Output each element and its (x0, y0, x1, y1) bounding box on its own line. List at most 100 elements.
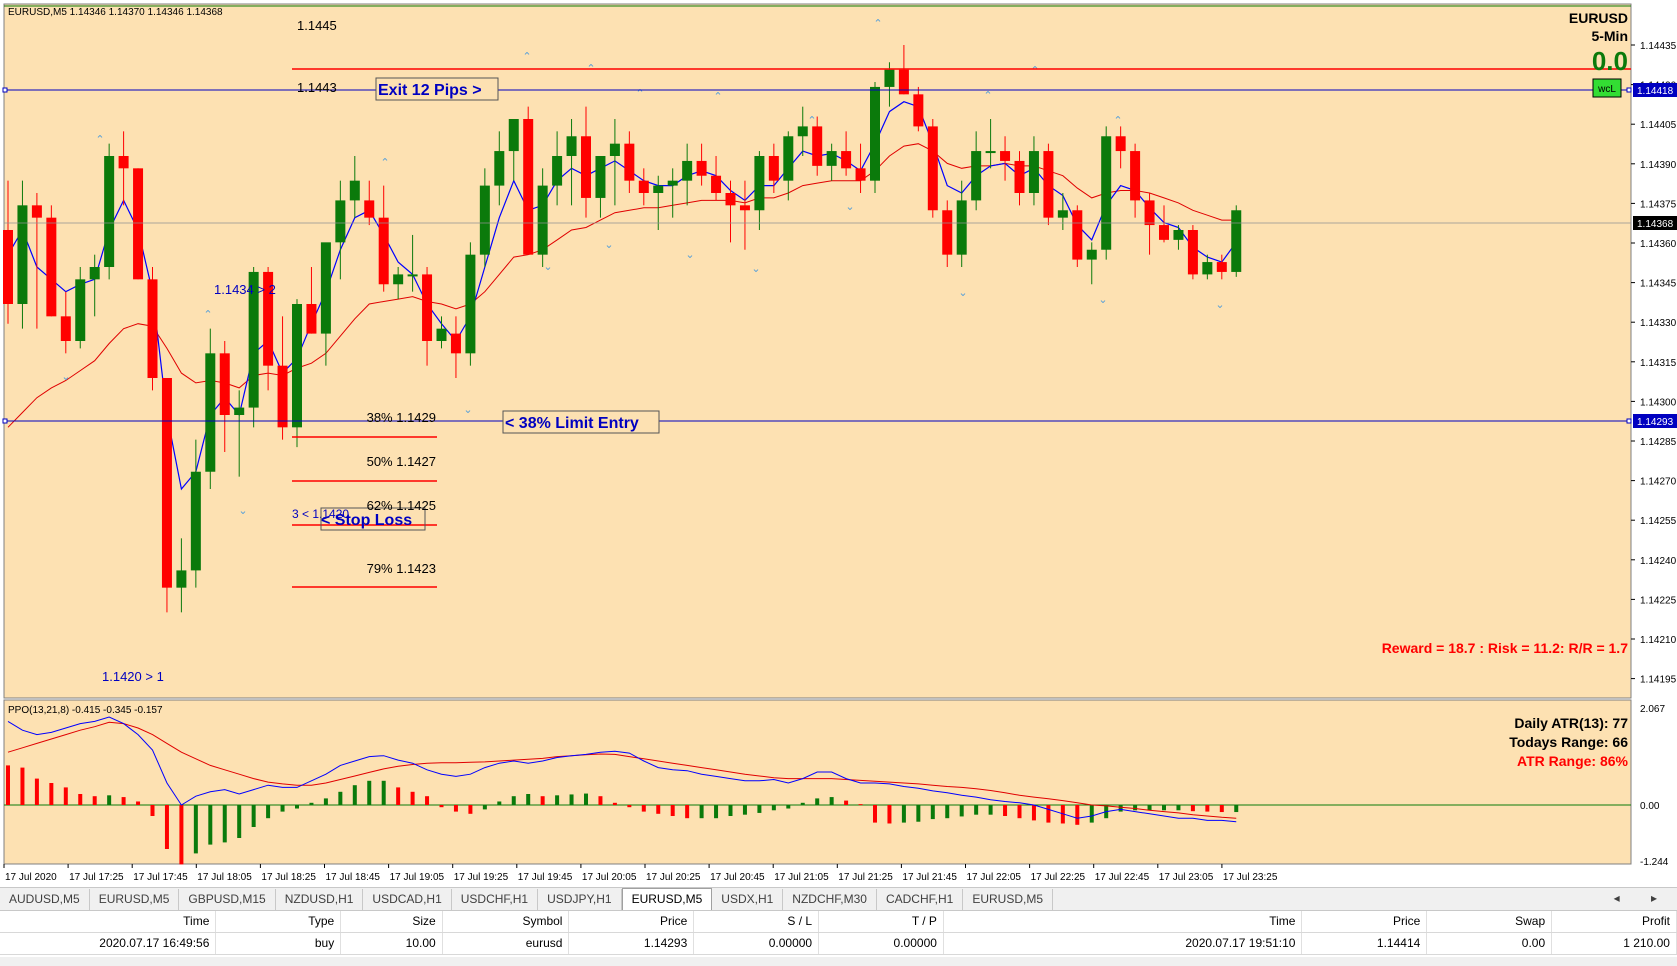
ppo-histogram-bar (511, 796, 516, 805)
chart-tab[interactable]: EURUSD,M5 (963, 889, 1053, 910)
candle[interactable] (133, 168, 144, 280)
column-header[interactable]: S / L (694, 911, 820, 932)
table-cell: 2020.07.17 19:51:10 (944, 933, 1303, 954)
candle-body (1028, 151, 1039, 193)
chart-tab[interactable]: USDCAD,H1 (363, 889, 452, 910)
candle-body (956, 200, 967, 255)
chart-tab[interactable]: NZDUSD,H1 (276, 889, 364, 910)
chart-tab[interactable]: NZDCHF,M30 (783, 889, 877, 910)
ppo-histogram-bar (323, 798, 328, 805)
candle[interactable] (292, 299, 302, 448)
candle[interactable] (1187, 225, 1198, 280)
ppo-histogram-bar (670, 805, 675, 816)
price-axis-label: 1.14300 (1640, 397, 1677, 408)
price-tag-label: 1.14418 (1637, 86, 1674, 97)
price-axis-label: 1.14270 (1640, 477, 1677, 488)
candle-body (219, 353, 230, 415)
pips-readout: 0.0 (1592, 46, 1628, 76)
ppo-histogram-bar (1118, 805, 1123, 812)
ppo-histogram-bar (107, 795, 112, 805)
candle-body (1202, 262, 1213, 275)
candle-body (161, 378, 172, 588)
ppo-histogram-bar (930, 805, 935, 820)
candle-body (118, 156, 129, 169)
exit-label: Exit 12 Pips > (378, 82, 482, 99)
ppo-histogram-bar (699, 805, 704, 819)
candle-body (205, 353, 216, 472)
candle[interactable] (1072, 205, 1083, 267)
ppo-histogram-bar (410, 791, 415, 805)
time-axis-label: 17 Jul 18:05 (197, 872, 252, 883)
ppo-histogram-bar (352, 785, 357, 805)
candle[interactable] (46, 205, 57, 317)
candle-body (494, 151, 505, 186)
ppo-histogram-bar (338, 791, 343, 805)
column-header[interactable]: Swap (1427, 911, 1553, 932)
table-cell: 1.14293 (569, 933, 695, 954)
chart-tab[interactable]: EURUSD,M5 (90, 889, 180, 910)
column-header[interactable]: T / P (819, 911, 944, 932)
ppo-histogram-bar (222, 805, 227, 843)
column-header[interactable]: Size (341, 911, 443, 932)
chart-tab[interactable]: USDJPY,H1 (538, 889, 622, 910)
chart-tab[interactable]: EURUSD,M5 (621, 888, 713, 910)
chart-tab[interactable]: GBPUSD,M15 (179, 889, 276, 910)
candle[interactable] (104, 143, 115, 280)
candle[interactable] (927, 119, 938, 218)
fractal-down-arrow: ⌄ (751, 263, 760, 275)
main-chart-area[interactable] (3, 3, 1632, 699)
chart-window[interactable]: ⌃⌃⌃⌃⌃⌃⌃⌃⌃⌃⌃⌃⌄⌄⌄⌄⌄⌄⌄⌄⌄⌄⌄ 1.144351.144201.… (0, 0, 1677, 966)
ppo-histogram-bar (49, 783, 54, 805)
candle-body (320, 242, 331, 334)
candle[interactable] (1231, 205, 1242, 277)
ppo-histogram-bar (237, 805, 242, 838)
exit-line-handle[interactable] (2, 87, 8, 93)
candle[interactable] (523, 106, 534, 255)
candle-body (1144, 200, 1155, 226)
candle-body (75, 279, 86, 341)
fractal-up-arrow: ⌃ (522, 51, 531, 63)
candle[interactable] (1043, 143, 1054, 226)
candle[interactable] (465, 242, 476, 366)
chart-tab[interactable]: AUDUSD,M5 (0, 889, 90, 910)
time-axis-label: 17 Jul 21:05 (774, 872, 829, 883)
tab-scroll-arrows-icon[interactable]: ◂ ▸ (1614, 891, 1671, 905)
candle-body (1115, 136, 1126, 152)
ppo-histogram-bar (945, 805, 950, 819)
ppo-histogram-bar (786, 805, 791, 809)
chart-tab[interactable]: USDCHF,H1 (452, 889, 539, 910)
column-header[interactable]: Price (569, 911, 695, 932)
table-row[interactable]: 2020.07.17 16:49:56 buy 10.00 eurusd 1.14293… (0, 933, 1677, 955)
candle[interactable] (1101, 126, 1112, 260)
indicator-pane[interactable] (3, 699, 1632, 865)
entry-line-handle[interactable] (1626, 418, 1632, 424)
ppo-axis-label: 0.00 (1640, 801, 1660, 812)
column-header[interactable]: Profit (1552, 911, 1677, 932)
fractal-down-arrow: ⌄ (604, 239, 613, 251)
fractal-up-arrow: ⌃ (380, 157, 389, 169)
price-chart[interactable]: ⌃⌃⌃⌃⌃⌃⌃⌃⌃⌃⌃⌃⌄⌄⌄⌄⌄⌄⌄⌄⌄⌄⌄ 1.144351.144201.… (0, 0, 1677, 887)
column-header[interactable]: Symbol (442, 911, 570, 932)
ppo-histogram-bar (367, 780, 372, 805)
time-axis-label: 17 Jul 18:25 (261, 872, 316, 883)
ppo-histogram-bar (482, 805, 487, 810)
column-header[interactable]: Price (1302, 911, 1428, 932)
column-header[interactable]: Time (943, 911, 1303, 932)
time-axis-label: 17 Jul 20:25 (646, 872, 701, 883)
chart-tab[interactable]: USDX,H1 (712, 889, 784, 910)
chart-tab[interactable]: CADCHF,H1 (877, 889, 964, 910)
entry-line-handle[interactable] (2, 418, 8, 424)
ppo-histogram-bar (251, 805, 256, 827)
column-header[interactable]: Type (216, 911, 342, 932)
stop-loss-label: < Stop Loss (321, 512, 412, 529)
candle[interactable] (147, 267, 158, 391)
exit-line-handle[interactable] (1626, 87, 1632, 93)
candle[interactable] (870, 82, 880, 193)
candle[interactable] (161, 378, 172, 613)
column-header[interactable]: Time (0, 911, 217, 932)
time-axis-label: 17 Jul 23:25 (1223, 872, 1278, 883)
ppo-histogram-bar (685, 805, 690, 819)
ppo-histogram-bar (1133, 805, 1138, 811)
candle-body (855, 168, 866, 181)
ppo-histogram-bar (858, 804, 863, 806)
